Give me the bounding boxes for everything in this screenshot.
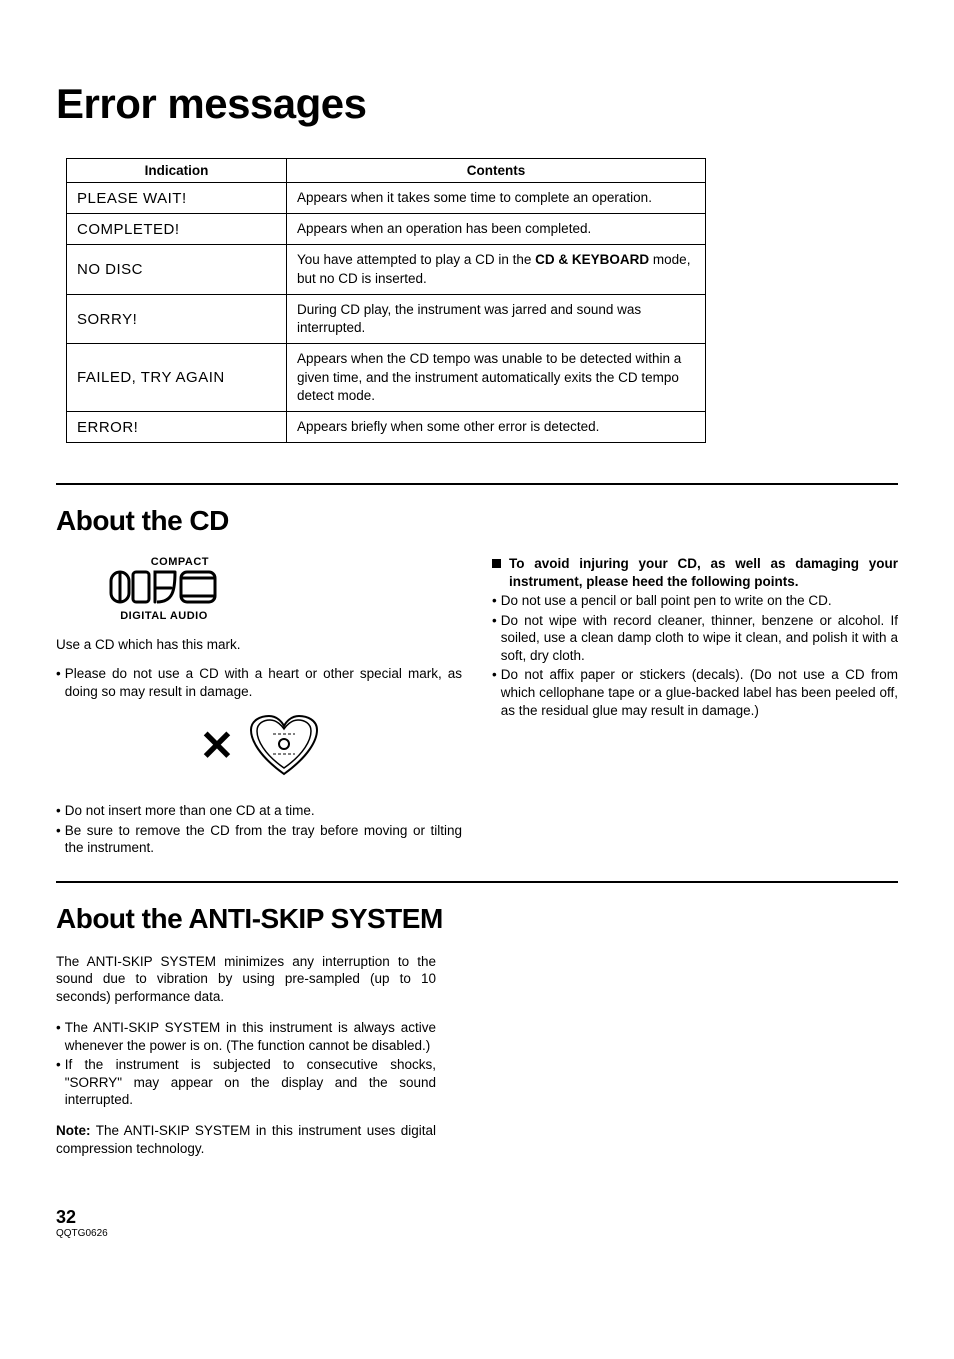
logo-text-digital-audio: DIGITAL AUDIO — [109, 609, 219, 623]
compact-disc-logo: COMPACT — [109, 555, 219, 623]
section-divider — [56, 483, 898, 485]
indication-cell: PLEASE WAIT! — [67, 183, 287, 214]
document-id: QQTG0626 — [56, 1228, 898, 1239]
contents-cell: During CD play, the instrument was jarre… — [287, 294, 706, 343]
table-row: FAILED, TRY AGAIN Appears when the CD te… — [67, 344, 706, 412]
heading-anti-skip: About the ANTI-SKIP SYSTEM — [56, 903, 898, 935]
contents-cell: Appears briefly when some other error is… — [287, 411, 706, 442]
indication-cell: COMPLETED! — [67, 214, 287, 245]
bullet-item: • Do not use a pencil or ball point pen … — [492, 592, 898, 610]
note-label: Note: — [56, 1123, 91, 1138]
use-mark-text: Use a CD which has this mark. — [56, 636, 462, 654]
bullet-dot-icon: • — [492, 612, 501, 665]
bullet-item: • Do not affix paper or stickers (decals… — [492, 666, 898, 719]
anti-skip-column: The ANTI-SKIP SYSTEM minimizes any inter… — [56, 953, 436, 1157]
indication-cell: NO DISC — [67, 245, 287, 294]
heart-cd-icon — [249, 714, 319, 778]
contents-cell: Appears when the CD tempo was unable to … — [287, 344, 706, 412]
table-row: ERROR! Appears briefly when some other e… — [67, 411, 706, 442]
about-cd-right-column: To avoid injuring your CD, as well as da… — [492, 555, 898, 859]
table-row: COMPLETED! Appears when an operation has… — [67, 214, 706, 245]
contents-cell: Appears when it takes some time to compl… — [287, 183, 706, 214]
bullet-text: Do not insert more than one CD at a time… — [65, 802, 462, 820]
bullet-dot-icon: • — [492, 666, 501, 719]
bullet-text: Be sure to remove the CD from the tray b… — [65, 822, 462, 857]
error-messages-table: Indication Contents PLEASE WAIT! Appears… — [66, 158, 706, 443]
bullet-text: Please do not use a CD with a heart or o… — [65, 665, 462, 700]
bullet-item: • Be sure to remove the CD from the tray… — [56, 822, 462, 857]
square-bullet-icon — [492, 559, 501, 568]
contents-bold: CD & KEYBOARD — [535, 252, 649, 267]
warning-heading: To avoid injuring your CD, as well as da… — [492, 555, 898, 590]
note-text: The ANTI-SKIP SYSTEM in this instrument … — [56, 1123, 436, 1156]
bullet-item: • If the instrument is subjected to cons… — [56, 1056, 436, 1109]
anti-skip-note: Note: The ANTI-SKIP SYSTEM in this instr… — [56, 1122, 436, 1157]
bullet-dot-icon: • — [56, 1056, 65, 1109]
indication-cell: FAILED, TRY AGAIN — [67, 344, 287, 412]
indication-cell: ERROR! — [67, 411, 287, 442]
bullet-text: The ANTI-SKIP SYSTEM in this instrument … — [65, 1019, 436, 1054]
contents-cell: You have attempted to play a CD in the C… — [287, 245, 706, 294]
bullet-item: • The ANTI-SKIP SYSTEM in this instrumen… — [56, 1019, 436, 1054]
bullet-item: • Do not wipe with record cleaner, thinn… — [492, 612, 898, 665]
bullet-item: • Please do not use a CD with a heart or… — [56, 665, 462, 700]
heading-error-messages: Error messages — [56, 80, 898, 128]
section-divider — [56, 881, 898, 883]
contents-cell: Appears when an operation has been compl… — [287, 214, 706, 245]
bullet-text: Do not wipe with record cleaner, thinner… — [501, 612, 898, 665]
x-mark-icon: ✕ — [199, 719, 234, 774]
indication-cell: SORRY! — [67, 294, 287, 343]
heading-about-cd: About the CD — [56, 505, 898, 537]
bullet-dot-icon: • — [56, 665, 65, 700]
bullet-item: • Do not insert more than one CD at a ti… — [56, 802, 462, 820]
warning-heading-text: To avoid injuring your CD, as well as da… — [509, 555, 898, 590]
table-header-indication: Indication — [67, 159, 287, 183]
bullet-text: Do not use a pencil or ball point pen to… — [501, 592, 898, 610]
table-header-contents: Contents — [287, 159, 706, 183]
bullet-dot-icon: • — [56, 822, 65, 857]
bullet-dot-icon: • — [56, 802, 65, 820]
bullet-text: Do not affix paper or stickers (decals).… — [501, 666, 898, 719]
page-number: 32 — [56, 1207, 898, 1228]
bullet-dot-icon: • — [56, 1019, 65, 1054]
about-cd-left-column: COMPACT — [56, 555, 462, 859]
table-row: PLEASE WAIT! Appears when it takes some … — [67, 183, 706, 214]
table-row: NO DISC You have attempted to play a CD … — [67, 245, 706, 294]
disc-logo-icon — [109, 566, 219, 606]
table-row: SORRY! During CD play, the instrument wa… — [67, 294, 706, 343]
anti-skip-intro: The ANTI-SKIP SYSTEM minimizes any inter… — [56, 953, 436, 1006]
bullet-text: If the instrument is subjected to consec… — [65, 1056, 436, 1109]
bullet-dot-icon: • — [492, 592, 501, 610]
contents-text: You have attempted to play a CD in the — [297, 252, 535, 267]
